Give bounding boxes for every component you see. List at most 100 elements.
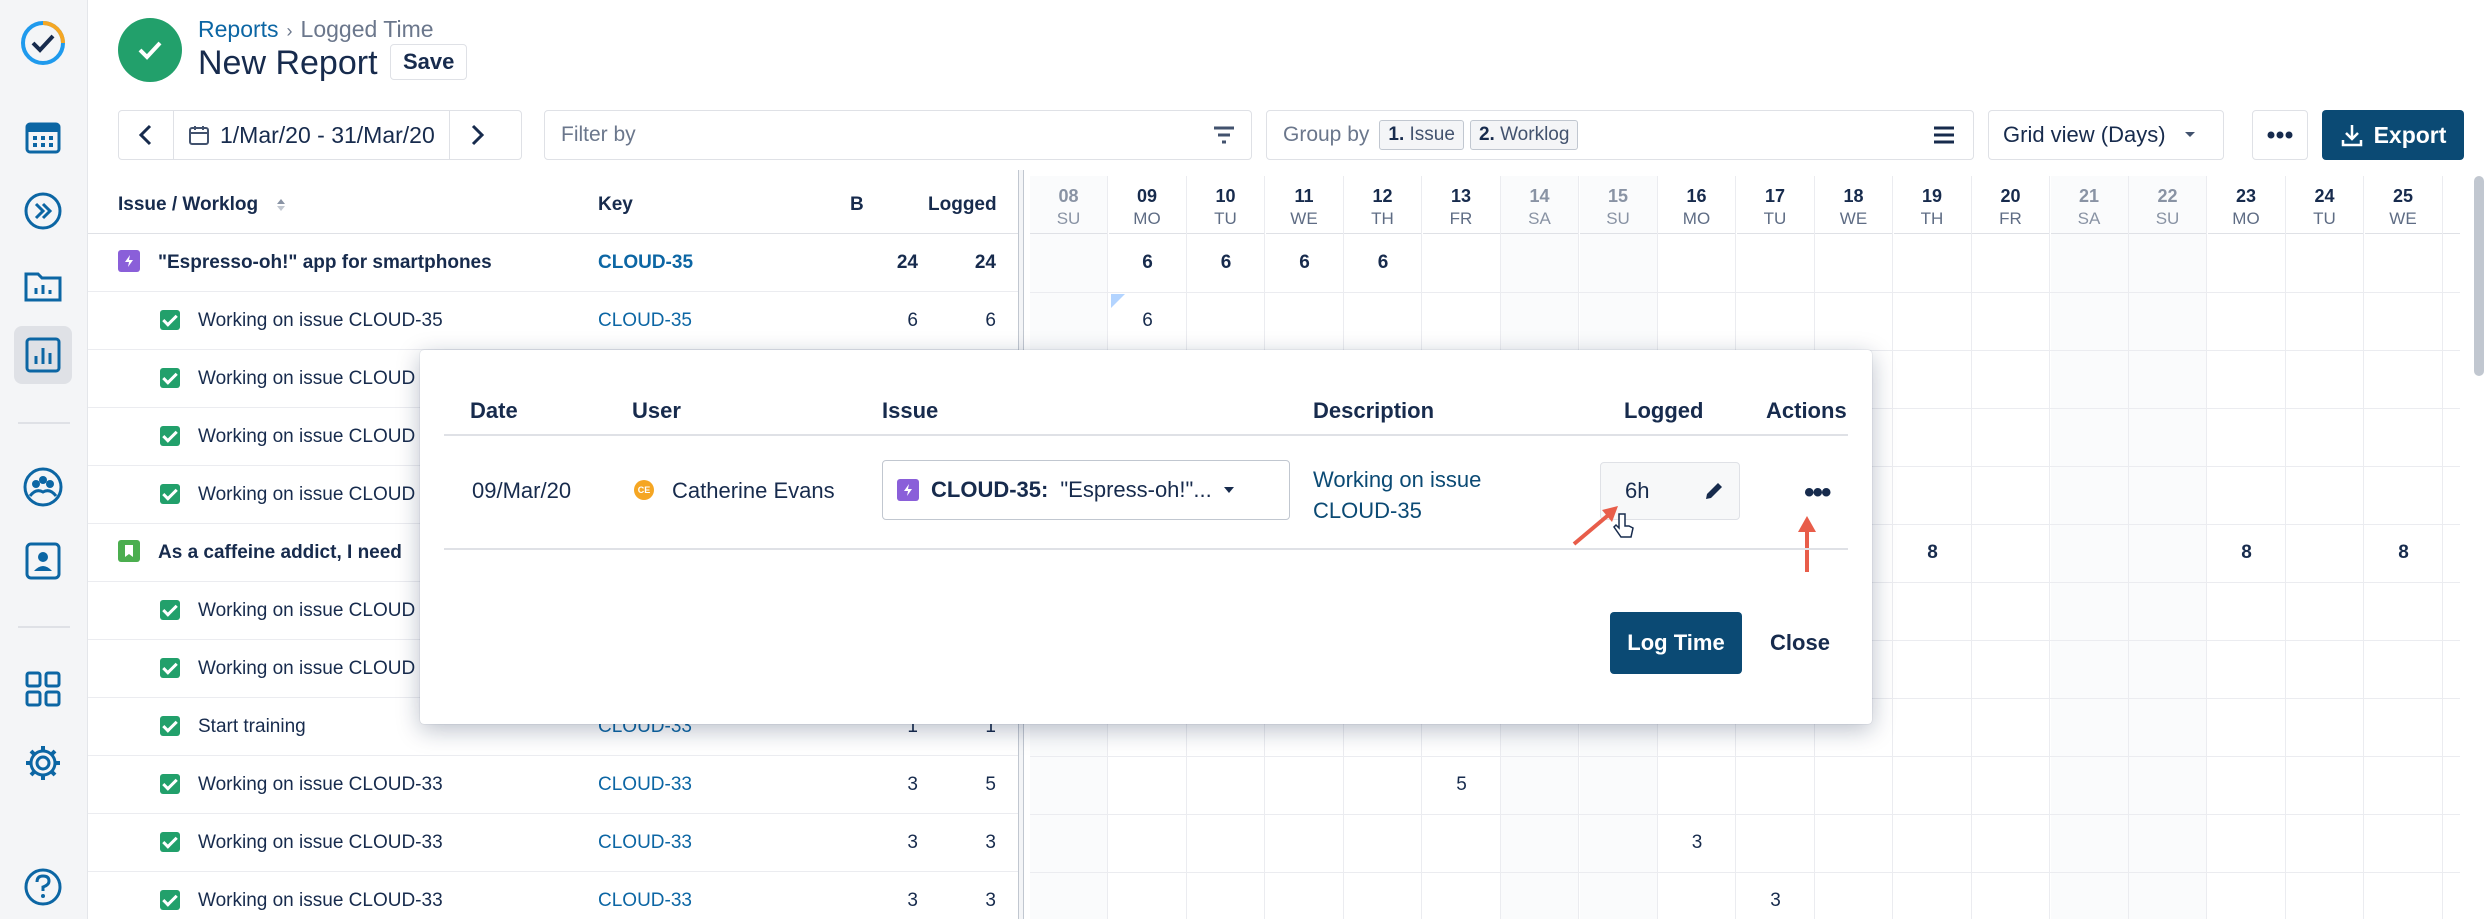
day-header: 19 TH (1893, 176, 1971, 234)
hamburger-menu-icon[interactable] (1933, 126, 1955, 144)
sort-icon[interactable] (276, 198, 286, 212)
row-logged-value: 24 (974, 252, 996, 273)
checkbox-checked-icon (160, 426, 180, 446)
breadcrumb-reports-link[interactable]: Reports (198, 16, 279, 42)
folder-chart-icon[interactable] (14, 256, 72, 314)
row-title: Working on issue CLOUD-33 (198, 832, 443, 853)
grid-cell-value[interactable]: 6 (1109, 310, 1187, 332)
checkbox-checked-icon (160, 890, 180, 910)
grid-cell-value[interactable]: 3 (1737, 890, 1815, 912)
calendar-icon[interactable] (14, 108, 72, 166)
day-number: 19 (1921, 186, 1943, 206)
reports-icon[interactable] (14, 326, 72, 384)
worklog-row[interactable]: Working on issue CLOUD-33 CLOUD-33 3 5 (88, 756, 1018, 814)
view-mode-value: Grid view (Days) (2003, 122, 2166, 147)
grid-cell-value[interactable]: 6 (1187, 252, 1265, 274)
group-chip-worklog[interactable]: 2. Worklog (1469, 120, 1579, 150)
breadcrumb: Reports › Logged Time (198, 16, 434, 43)
team-icon[interactable] (14, 458, 72, 516)
log-time-button[interactable]: Log Time (1610, 612, 1742, 674)
row-issue-key[interactable]: CLOUD-33 (598, 774, 692, 796)
apps-grid-icon[interactable] (14, 660, 72, 718)
grid-cell-value[interactable]: 6 (1109, 252, 1187, 274)
day-number: 14 (1529, 186, 1550, 206)
day-number: 17 (1764, 186, 1786, 206)
worklog-description: Working on issue CLOUD-35 (1313, 467, 1482, 523)
day-number: 08 (1058, 186, 1079, 206)
app-logo-icon[interactable] (14, 14, 72, 72)
user-profile-icon[interactable] (14, 532, 72, 590)
day-of-week: MO (1133, 209, 1161, 228)
row-issue-key[interactable]: CLOUD-35 (598, 310, 692, 332)
issue-row[interactable]: "Espresso-oh!" app for smartphones CLOUD-… (88, 234, 1018, 292)
fast-forward-icon[interactable] (14, 182, 72, 240)
group-chip-label: Issue (1409, 124, 1455, 145)
previous-period-button[interactable] (119, 111, 173, 159)
filter-input[interactable]: Filter by (544, 110, 1252, 160)
day-column: 20 FR (1972, 176, 2050, 919)
worklog-user: Catherine Evans (672, 478, 835, 503)
checkbox-checked-icon (160, 774, 180, 794)
column-header-issue[interactable]: Issue / Worklog (118, 194, 258, 216)
worklog-row[interactable]: Working on issue CLOUD-35 CLOUD-35 6 6 (88, 292, 1018, 350)
worklog-row[interactable]: Working on issue CLOUD-33 CLOUD-33 3 3 (88, 814, 1018, 872)
day-of-week: SA (2077, 209, 2101, 228)
filter-icon[interactable] (1213, 126, 1235, 144)
filter-placeholder: Filter by (561, 123, 636, 146)
day-of-week: T (2443, 209, 2460, 229)
date-range-picker[interactable]: 1/Mar/20 - 31/Mar/20 (173, 111, 450, 159)
group-chip-issue[interactable]: 1. Issue (1379, 120, 1464, 150)
group-by-selector[interactable]: Group by 1. Issue 2. Worklog (1266, 110, 1974, 160)
day-column: 24 TU (2286, 176, 2364, 919)
chevron-down-icon (2184, 132, 2195, 137)
day-header: 16 MO (1658, 176, 1735, 234)
grid-cell-value[interactable]: 8 (2365, 542, 2443, 564)
issue-select[interactable]: CLOUD-35: "Espress-oh!"... (882, 460, 1290, 520)
row-issue-key[interactable]: CLOUD-35 (598, 252, 693, 274)
story-icon (118, 540, 140, 562)
day-column: 22 SU (2129, 176, 2207, 919)
page-title: New Report (198, 44, 378, 82)
grid-cell-value[interactable]: 8 (1894, 542, 1972, 564)
row-b-value: 6 (907, 310, 918, 331)
epic-icon (118, 250, 140, 272)
grid-row-line (1030, 756, 2460, 757)
grid-cell-value[interactable]: 3 (1658, 832, 1736, 854)
day-number: 18 (1843, 186, 1864, 206)
row-actions-menu-button[interactable]: ••• (1804, 476, 1831, 510)
next-period-button[interactable] (450, 111, 504, 159)
vertical-scrollbar[interactable] (2474, 176, 2484, 376)
logged-time-value: 6h (1625, 478, 1650, 503)
more-dots-icon (2267, 131, 2293, 139)
export-button[interactable]: Export (2322, 110, 2464, 160)
column-header-b[interactable]: B (850, 194, 864, 216)
day-column: 21 SA (2050, 176, 2129, 919)
grid-cell-value[interactable]: 8 (2208, 542, 2286, 564)
worklog-row[interactable]: Working on issue CLOUD-33 CLOUD-33 3 3 (88, 872, 1018, 919)
grid-row-line (1030, 872, 2460, 873)
settings-gear-icon[interactable] (14, 734, 72, 792)
day-number: 16 (1686, 186, 1707, 206)
grid-row-line (1030, 814, 2460, 815)
more-options-button[interactable] (2252, 110, 2308, 160)
grid-cell-value[interactable]: 8 (2443, 542, 2460, 564)
edit-pencil-icon[interactable] (1703, 480, 1725, 502)
row-title: Working on issue CLOUD (198, 658, 416, 679)
row-issue-key[interactable]: CLOUD-33 (598, 890, 692, 912)
column-header-logged[interactable]: Logged (928, 194, 997, 216)
row-logged-value: 5 (985, 774, 996, 795)
grid-cell-value[interactable]: 5 (1423, 774, 1501, 796)
view-mode-select[interactable]: Grid view (Days) (1988, 110, 2224, 160)
row-issue-key[interactable]: CLOUD-33 (598, 832, 692, 854)
save-button[interactable]: Save (390, 44, 468, 80)
column-header-key[interactable]: Key (598, 194, 633, 216)
day-header: 15 SU (1579, 176, 1657, 234)
sidebar-divider (18, 422, 70, 424)
day-of-week: TU (2313, 209, 2336, 228)
grid-cell-value[interactable]: 6 (1344, 252, 1422, 274)
grid-cell-value[interactable]: 6 (1266, 252, 1344, 274)
help-icon[interactable] (14, 858, 72, 916)
row-title: Working on issue CLOUD-33 (198, 890, 443, 911)
close-button[interactable]: Close (1760, 612, 1840, 674)
day-number: 15 (1607, 186, 1629, 206)
